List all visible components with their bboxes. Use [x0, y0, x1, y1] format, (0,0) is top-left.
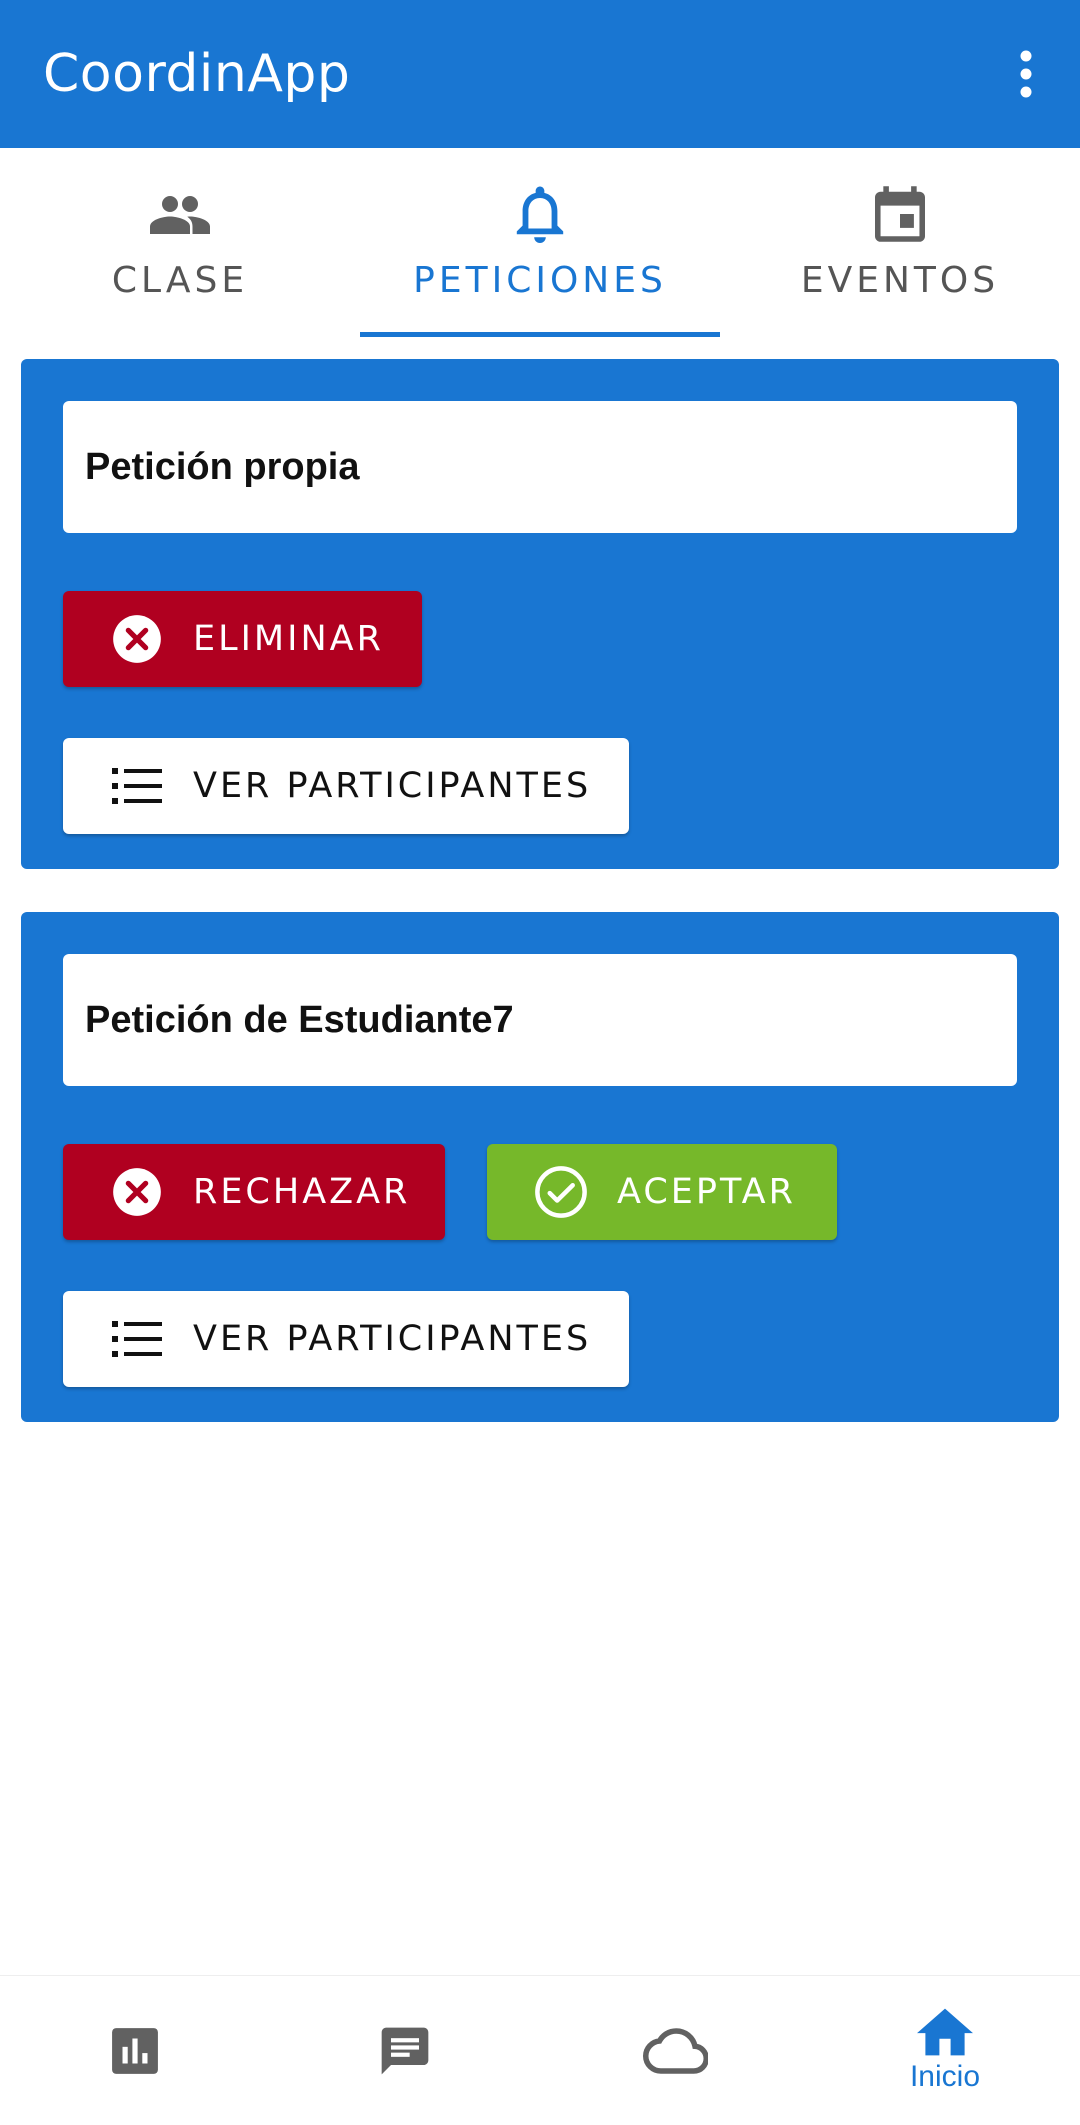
list-icon	[112, 768, 162, 804]
tab-clase[interactable]: CLASE	[0, 148, 360, 338]
tab-eventos[interactable]: EVENTOS	[720, 148, 1080, 338]
chat-icon	[381, 2027, 429, 2075]
home-icon	[917, 2008, 973, 2056]
request-card: Petición de Estudiante7 RECHAZAR ACEPTAR	[21, 912, 1059, 1422]
reject-button[interactable]: RECHAZAR	[63, 1144, 445, 1240]
check-circle-icon	[535, 1166, 587, 1218]
nav-home[interactable]: Inicio	[810, 1976, 1080, 2125]
nav-home-label: Inicio	[909, 2060, 981, 2093]
tab-eventos-label: EVENTOS	[800, 260, 1000, 301]
bell-icon	[516, 186, 564, 243]
delete-button[interactable]: ELIMINAR	[63, 591, 422, 687]
more-options-button[interactable]	[1000, 48, 1052, 100]
tab-clase-label: CLASE	[111, 260, 249, 301]
nav-chat[interactable]	[270, 1976, 540, 2125]
active-tab-indicator	[360, 332, 720, 337]
nav-cloud[interactable]	[540, 1976, 810, 2125]
reject-button-label: RECHAZAR	[193, 1172, 411, 1212]
accept-button-label: ACEPTAR	[617, 1172, 796, 1212]
cancel-icon	[113, 615, 161, 663]
tab-peticiones[interactable]: PETICIONES	[360, 148, 720, 338]
nav-stats[interactable]	[0, 1976, 270, 2125]
view-participants-button[interactable]: VER PARTICIPANTES	[63, 1291, 629, 1387]
more-vert-icon	[1020, 50, 1032, 98]
cancel-icon	[113, 1168, 161, 1216]
tab-bar: CLASE PETICIONES EVENTOS	[0, 148, 1080, 338]
tab-peticiones-label: PETICIONES	[413, 260, 667, 301]
view-participants-label: VER PARTICIPANTES	[193, 1319, 592, 1359]
request-title: Petición de Estudiante7	[63, 954, 1017, 1086]
request-title: Petición propia	[63, 401, 1017, 533]
app-bar: CoordinApp	[0, 0, 1080, 148]
calendar-icon	[875, 186, 925, 242]
cloud-icon	[642, 2028, 708, 2074]
bar-chart-icon	[112, 2028, 158, 2074]
delete-button-label: ELIMINAR	[193, 619, 384, 659]
view-participants-label: VER PARTICIPANTES	[193, 766, 592, 806]
group-icon	[150, 196, 210, 234]
request-card: Petición propia ELIMINAR VER PARTICIPANT…	[21, 359, 1059, 869]
accept-button[interactable]: ACEPTAR	[487, 1144, 837, 1240]
view-participants-button[interactable]: VER PARTICIPANTES	[63, 738, 629, 834]
bottom-navigation: Inicio	[0, 1975, 1080, 2125]
list-icon	[112, 1321, 162, 1357]
app-title: CoordinApp	[43, 44, 351, 104]
